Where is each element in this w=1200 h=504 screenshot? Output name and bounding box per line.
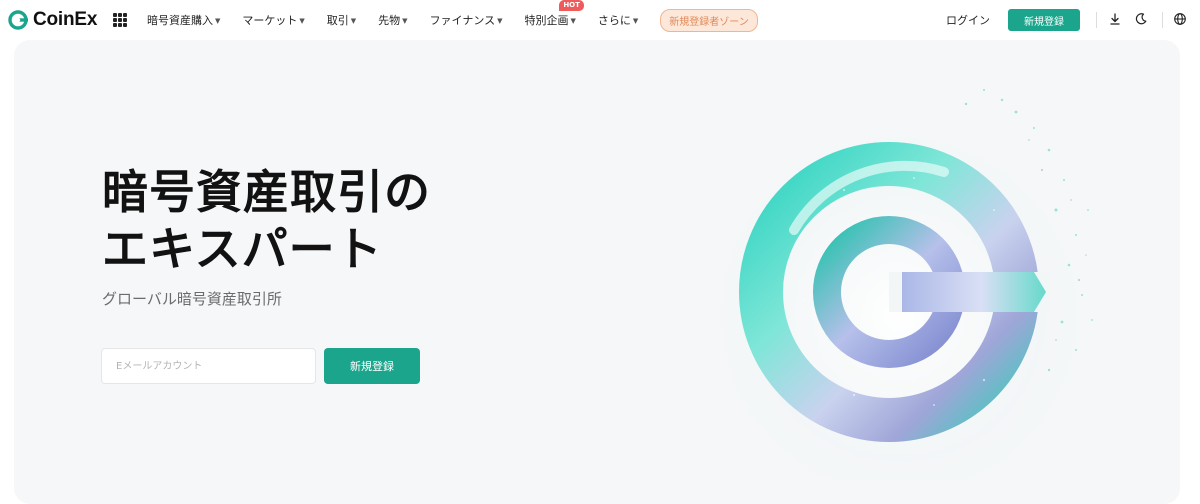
nav-item-label: 取引 xyxy=(326,14,349,27)
email-field[interactable] xyxy=(101,348,316,384)
coinex-logo[interactable]: CoinEx xyxy=(8,8,97,32)
divider xyxy=(1162,12,1163,28)
chevron-down-icon: ▼ xyxy=(497,17,503,25)
hero-signup-button[interactable]: 新規登録 xyxy=(324,348,420,384)
nav-item-label: ファイナンス xyxy=(429,14,496,27)
chevron-down-icon: ▼ xyxy=(570,17,576,25)
nav-item-label: さらに xyxy=(597,14,631,27)
new-user-zone-link[interactable]: 新規登録者ゾーン xyxy=(660,8,758,32)
chevron-down-icon: ▼ xyxy=(632,17,639,25)
nav-item-futures[interactable]: 先物 ▼ xyxy=(378,12,407,28)
signup-button[interactable]: 新規登録 xyxy=(1008,9,1080,31)
brand-name: CoinEx xyxy=(33,9,98,30)
nav-item-label: 暗号資産購入 xyxy=(147,14,213,27)
download-icon[interactable] xyxy=(1108,12,1122,26)
nav-item-buy-crypto[interactable]: 暗号資産購入 ▼ xyxy=(147,12,220,28)
top-navigation-bar: CoinEx 暗号資産購入 ▼ マーケット ▼ 取引 ▼ 先物 ▼ ファイナンス… xyxy=(0,0,1200,40)
nav-item-markets[interactable]: マーケット ▼ xyxy=(242,12,304,28)
coinex-logo-icon xyxy=(8,10,28,30)
moon-icon[interactable] xyxy=(1134,12,1148,26)
login-link[interactable]: ログイン xyxy=(946,12,990,28)
nav-item-label: 先物 xyxy=(378,14,401,27)
hero-title-line-2: エキスパート xyxy=(102,222,383,276)
nav-item-trade[interactable]: 取引 ▼ xyxy=(327,12,356,28)
chevron-down-icon: ▼ xyxy=(402,17,408,25)
nav-item-special-events[interactable]: 特別企画 ▼ HOT xyxy=(524,0,584,28)
nav-item-label: 特別企画 xyxy=(524,14,569,27)
hero-section: 暗号資産取引の エキスパート グローバル暗号資産取引所 新規登録 xyxy=(14,40,1180,504)
hero-subtitle: グローバル暗号資産取引所 xyxy=(102,290,282,308)
nav-item-finance[interactable]: ファイナンス ▼ xyxy=(430,12,503,28)
hot-badge: HOT xyxy=(559,0,584,11)
main-nav: 暗号資産購入 ▼ マーケット ▼ 取引 ▼ 先物 ▼ ファイナンス ▼ 特別企画… xyxy=(147,0,758,40)
chevron-down-icon: ▼ xyxy=(299,17,305,25)
chevron-down-icon: ▼ xyxy=(215,17,221,25)
nav-item-label: マーケット xyxy=(242,14,298,27)
hero-title: 暗号資産取引の エキスパート xyxy=(102,164,431,278)
coinex-3d-logo-illustration xyxy=(694,89,1104,480)
chevron-down-icon: ▼ xyxy=(350,17,357,25)
globe-icon[interactable] xyxy=(1173,12,1187,26)
nav-item-more[interactable]: さらに ▼ xyxy=(598,12,638,28)
apps-grid-icon[interactable] xyxy=(113,13,127,27)
hero-title-line-1: 暗号資産取引の xyxy=(102,165,431,219)
divider xyxy=(1096,12,1097,28)
